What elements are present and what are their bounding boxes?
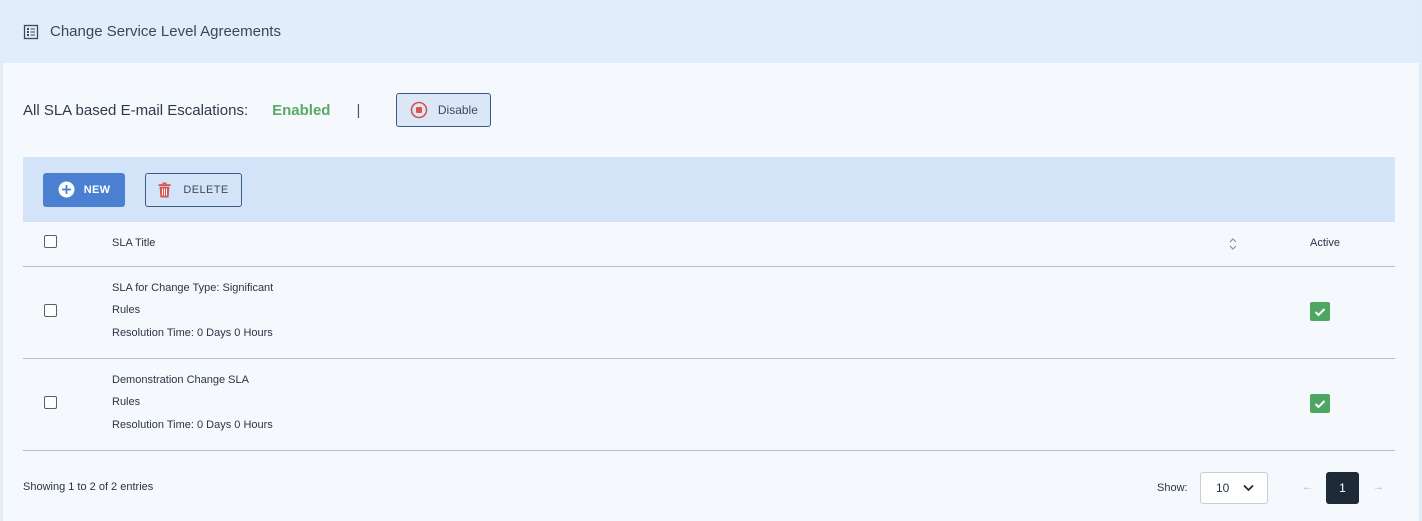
sla-resolution-time: Resolution Time: 0 Days 0 Hours <box>112 327 273 339</box>
row-checkbox[interactable] <box>44 396 57 409</box>
chevron-down-icon <box>1243 484 1254 492</box>
escalation-status: Enabled <box>272 101 331 119</box>
active-check-icon <box>1310 394 1330 413</box>
page-title: Change Service Level Agreements <box>50 23 281 40</box>
disable-button-label: Disable <box>437 103 478 117</box>
pagination-info: Showing 1 to 2 of 2 entries <box>23 481 154 493</box>
sla-title[interactable]: Demonstration Change SLA <box>112 374 249 386</box>
active-check-icon <box>1310 302 1330 321</box>
new-button[interactable]: NEW <box>43 172 125 207</box>
list-alt-icon <box>23 24 39 40</box>
pagination-next-button[interactable]: → <box>1373 481 1384 493</box>
table-header: SLA Title Active <box>23 222 1395 267</box>
sla-table: SLA Title Active SLA for Change Type: Si… <box>23 222 1395 451</box>
escalation-label: All SLA based E-mail Escalations: <box>23 101 249 119</box>
column-header-active: Active <box>1310 237 1340 249</box>
column-header-sla-title: SLA Title <box>112 237 156 249</box>
sort-icon[interactable] <box>1228 237 1238 251</box>
delete-button-label: DELETE <box>183 183 229 196</box>
table-row[interactable]: SLA for Change Type: Significant Rules R… <box>23 267 1395 359</box>
select-all-checkbox[interactable] <box>44 235 57 248</box>
sla-rules: Rules <box>112 304 141 316</box>
sla-rules: Rules <box>112 396 141 408</box>
page-header: Change Service Level Agreements <box>3 0 1419 63</box>
page-size-value: 10 <box>1216 481 1230 495</box>
escalation-status-bar: All SLA based E-mail Escalations: Enable… <box>23 93 492 127</box>
plus-circle-icon <box>58 181 75 198</box>
trash-icon <box>158 182 171 198</box>
sla-title[interactable]: SLA for Change Type: Significant <box>112 282 273 294</box>
stop-circle-icon <box>410 101 428 119</box>
sla-page: Change Service Level Agreements All SLA … <box>0 0 1422 521</box>
pagination-page-1[interactable]: 1 <box>1326 472 1359 504</box>
delete-button[interactable]: DELETE <box>145 172 242 207</box>
table-toolbar: NEW DELETE <box>23 157 1395 222</box>
sla-resolution-time: Resolution Time: 0 Days 0 Hours <box>112 419 273 431</box>
pagination-prev-button[interactable]: ← <box>1302 481 1313 493</box>
disable-button[interactable]: Disable <box>396 93 492 127</box>
page-size-select[interactable]: 10 <box>1200 472 1268 504</box>
new-button-label: NEW <box>83 183 111 196</box>
table-row[interactable]: Demonstration Change SLA Rules Resolutio… <box>23 359 1395 451</box>
separator: | <box>356 101 361 119</box>
row-checkbox[interactable] <box>44 304 57 317</box>
page-size-label: Show: <box>1157 482 1188 494</box>
